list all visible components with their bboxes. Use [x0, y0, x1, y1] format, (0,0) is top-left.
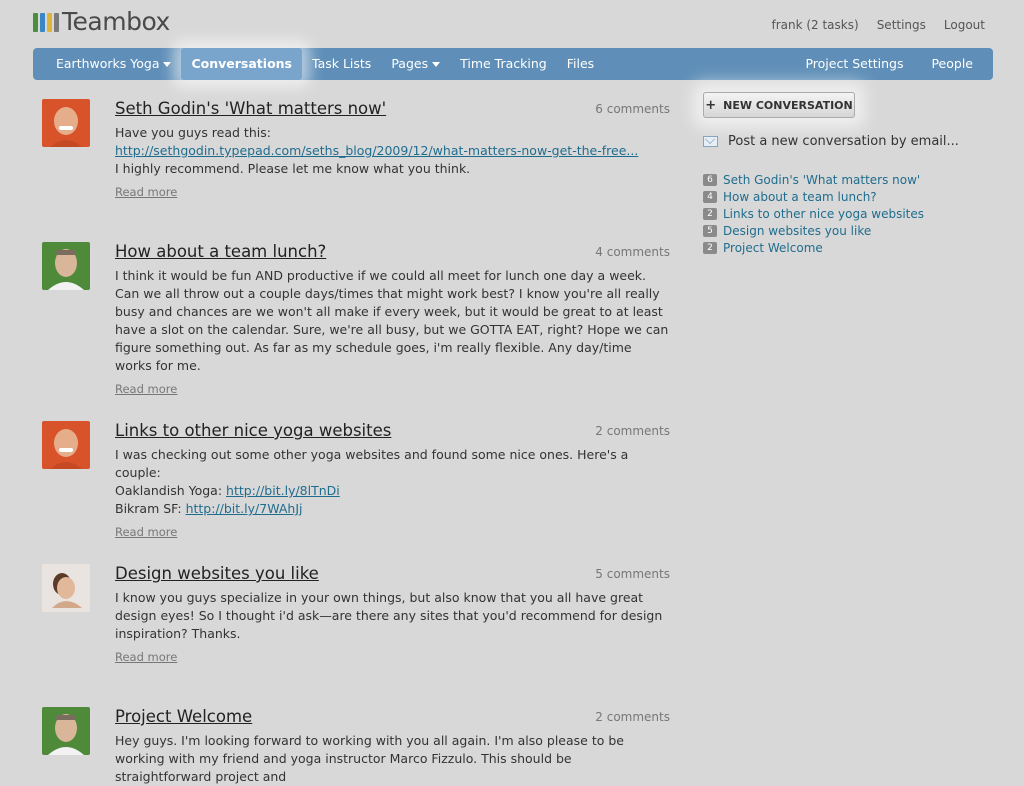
comment-count: 5 comments — [595, 567, 670, 581]
count-badge: 2 — [703, 207, 717, 220]
chevron-down-icon — [163, 62, 172, 67]
conversation-excerpt: I know you guys specialize in your own t… — [115, 590, 663, 641]
conversation-title[interactable]: Links to other nice yoga websites — [115, 421, 670, 441]
count-badge: 4 — [703, 190, 717, 203]
conversation-title[interactable]: Project Welcome — [115, 707, 670, 727]
envelope-icon — [703, 136, 718, 147]
excerpt-line: I was checking out some other yoga websi… — [115, 447, 629, 480]
nav-task-lists[interactable]: Task Lists — [302, 48, 381, 80]
nav-people[interactable]: People — [921, 48, 983, 80]
nav-files[interactable]: Files — [557, 48, 604, 80]
count-badge: 6 — [703, 173, 717, 186]
conversation-title[interactable]: How about a team lunch? — [115, 242, 670, 262]
avatar[interactable] — [42, 242, 90, 290]
nav-project-settings[interactable]: Project Settings — [795, 48, 913, 80]
read-more-link[interactable]: Read more — [115, 185, 670, 199]
conversation-excerpt: Hey guys. I'm looking forward to working… — [115, 733, 624, 784]
list-item[interactable]: 5 Design websites you like — [703, 222, 924, 239]
read-more-link[interactable]: Read more — [115, 525, 670, 539]
nav-pages-label: Pages — [391, 56, 429, 71]
conversation-link[interactable]: Links to other nice yoga websites — [723, 207, 924, 221]
excerpt-line: Have you guys read this: — [115, 125, 271, 140]
new-conversation-button[interactable]: + NEW CONVERSATION — [703, 92, 855, 118]
conversation-index: 6 Seth Godin's 'What matters now' 4 How ab… — [703, 171, 924, 256]
logo-icon — [33, 12, 59, 32]
read-more-link[interactable]: Read more — [115, 650, 670, 664]
nav-project-label: Earthworks Yoga — [56, 56, 160, 71]
excerpt-label: Oaklandish Yoga: — [115, 483, 227, 498]
conversation-link[interactable]: Design websites you like — [723, 224, 871, 238]
read-more-link[interactable]: Read more — [115, 382, 670, 396]
chevron-down-icon — [432, 62, 441, 67]
comment-count: 4 comments — [595, 245, 670, 259]
settings-link[interactable]: Settings — [877, 18, 926, 32]
avatar[interactable] — [42, 421, 90, 469]
logo-text: Teambox — [62, 7, 170, 36]
avatar[interactable] — [42, 99, 90, 147]
list-item[interactable]: 4 How about a team lunch? — [703, 188, 924, 205]
nav-pages-dropdown[interactable]: Pages — [381, 48, 450, 80]
count-badge: 5 — [703, 224, 717, 237]
excerpt-link[interactable]: http://bit.ly/7WAhJj — [186, 501, 303, 516]
list-item[interactable]: 6 Seth Godin's 'What matters now' — [703, 171, 924, 188]
user-link[interactable]: frank (2 tasks) — [771, 18, 858, 32]
list-item[interactable]: 2 Project Welcome — [703, 239, 924, 256]
email-post-link[interactable]: Post a new conversation by email... — [703, 134, 959, 149]
teambox-logo[interactable]: Teambox — [33, 8, 170, 36]
avatar[interactable] — [42, 564, 90, 612]
list-item[interactable]: 2 Links to other nice yoga websites — [703, 205, 924, 222]
nav-conversations[interactable]: Conversations — [181, 48, 302, 80]
avatar[interactable] — [42, 707, 90, 755]
logout-link[interactable]: Logout — [944, 18, 985, 32]
comment-count: 6 comments — [595, 102, 670, 116]
excerpt-link[interactable]: http://bit.ly/8lTnDi — [226, 483, 340, 498]
excerpt-line: I highly recommend. Please let me know w… — [115, 161, 471, 176]
plus-icon: + — [705, 97, 717, 113]
count-badge: 2 — [703, 241, 717, 254]
conversation-link[interactable]: How about a team lunch? — [723, 190, 877, 204]
conversation-link[interactable]: Seth Godin's 'What matters now' — [723, 173, 920, 187]
main-nav: Earthworks Yoga Conversations Task Lists… — [33, 48, 993, 80]
excerpt-link[interactable]: http://sethgodin.typepad.com/seths_blog/… — [115, 143, 638, 158]
new-conversation-label: NEW CONVERSATION — [723, 98, 853, 112]
comment-count: 2 comments — [595, 710, 670, 724]
conversation-excerpt: I think it would be fun AND productive i… — [115, 268, 669, 373]
nav-project-dropdown[interactable]: Earthworks Yoga — [46, 48, 181, 80]
conversation-title[interactable]: Design websites you like — [115, 564, 670, 584]
conversation-title[interactable]: Seth Godin's 'What matters now' — [115, 99, 670, 119]
conversation-excerpt: I was checking out some other yoga websi… — [115, 446, 670, 518]
email-post-label: Post a new conversation by email... — [728, 134, 959, 149]
top-links: frank (2 tasks) Settings Logout — [771, 18, 985, 32]
nav-time-tracking[interactable]: Time Tracking — [450, 48, 557, 80]
comment-count: 2 comments — [595, 424, 670, 438]
excerpt-label: Bikram SF: — [115, 501, 186, 516]
conversation-excerpt: Have you guys read this: http://sethgodi… — [115, 124, 670, 178]
conversation-link[interactable]: Project Welcome — [723, 241, 823, 255]
